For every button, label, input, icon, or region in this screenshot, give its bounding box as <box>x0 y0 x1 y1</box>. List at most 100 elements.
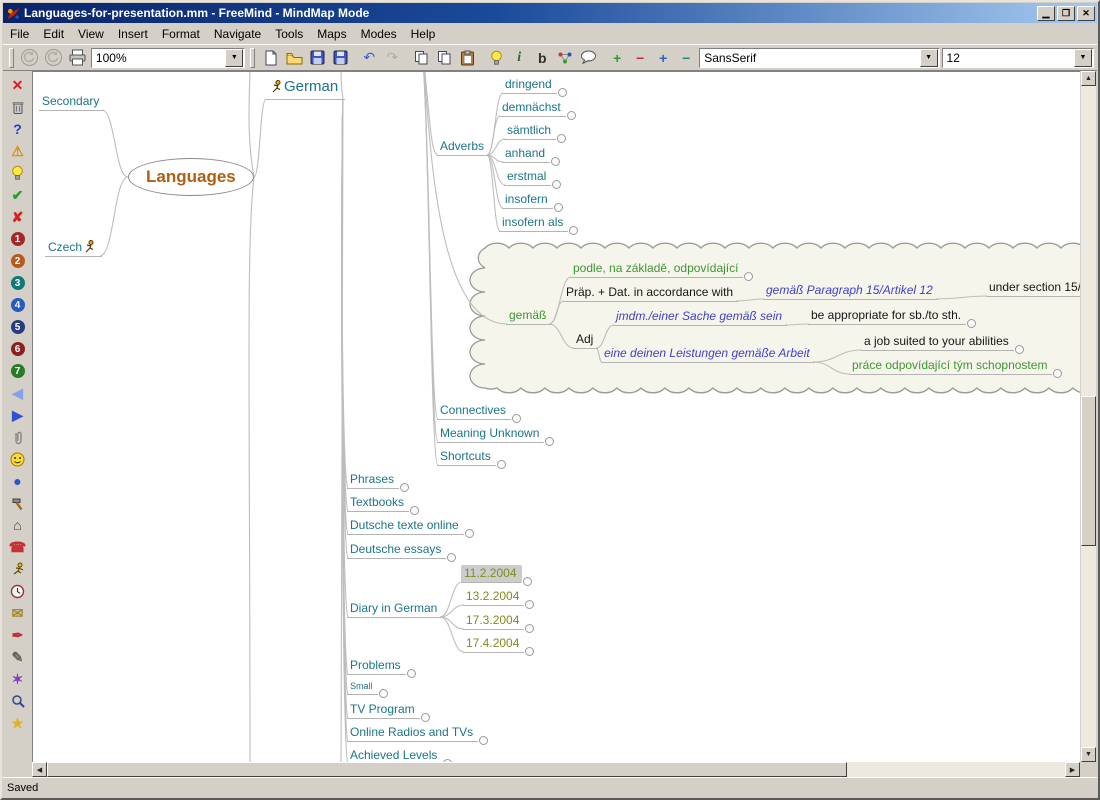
fold-handle[interactable] <box>410 506 419 515</box>
fold-handle[interactable] <box>552 180 561 189</box>
node-connectives[interactable]: Connectives <box>437 402 511 420</box>
magnifier-icon[interactable] <box>7 690 29 712</box>
menu-format[interactable]: Format <box>155 24 207 44</box>
mail-icon[interactable]: ✉ <box>7 602 29 624</box>
node-insofern[interactable]: insofern <box>502 191 553 209</box>
fold-handle[interactable] <box>447 553 456 562</box>
toolbar-grip[interactable] <box>9 48 14 68</box>
node-secondary[interactable]: Secondary <box>39 93 104 111</box>
scroll-right-button[interactable]: ▶ <box>1065 762 1080 777</box>
titlebar[interactable]: Languages-for-presentation.mm - FreeMind… <box>3 3 1097 23</box>
menu-view[interactable]: View <box>71 24 111 44</box>
warning-icon[interactable]: ⚠ <box>7 140 29 162</box>
trash-icon[interactable] <box>7 96 29 118</box>
font-dropdown-arrow[interactable]: ▼ <box>920 49 938 67</box>
node-podle[interactable]: podle, na základě, odpovídající <box>570 260 743 278</box>
node-beapp[interactable]: be appropriate for sb./to sth. <box>808 307 966 325</box>
fold-handle[interactable] <box>479 736 488 745</box>
node-erstmal[interactable]: erstmal <box>504 168 551 186</box>
scroll-up-button[interactable]: ▲ <box>1081 71 1096 86</box>
menu-navigate[interactable]: Navigate <box>207 24 268 44</box>
priority-7-icon[interactable]: 7 <box>7 360 29 382</box>
fold-handle[interactable] <box>551 157 560 166</box>
zoom-dropdown-arrow[interactable]: ▼ <box>225 49 243 67</box>
zoom-out-icon[interactable]: − <box>629 47 651 69</box>
menu-tools[interactable]: Tools <box>268 24 310 44</box>
priority-3-icon[interactable]: 3 <box>7 272 29 294</box>
mindmap-canvas[interactable]: SecondaryLanguagesCzechGermanAdverbsdrin… <box>32 71 1080 762</box>
menu-modes[interactable]: Modes <box>354 24 404 44</box>
yes-icon[interactable]: ✔ <box>7 184 29 206</box>
node-demnaechst[interactable]: demnächst <box>499 99 566 117</box>
menu-edit[interactable]: Edit <box>36 24 71 44</box>
forward-icon[interactable]: ▶ <box>7 404 29 426</box>
print-icon[interactable] <box>67 47 89 69</box>
node-date1[interactable]: 11.2.2004 <box>461 565 522 583</box>
fold-handle[interactable] <box>523 577 532 586</box>
node-achieved-levels[interactable]: Achieved Levels <box>347 747 442 762</box>
vertical-scrollbar[interactable]: ▲ ▼ <box>1081 71 1096 762</box>
menu-file[interactable]: File <box>3 24 36 44</box>
node-german[interactable]: German <box>265 76 345 100</box>
undo-icon[interactable]: ↶ <box>358 47 380 69</box>
zoom-select[interactable]: 100% ▼ <box>91 48 245 68</box>
launch-icon[interactable] <box>7 558 29 580</box>
priority-1-icon[interactable]: 1 <box>7 228 29 250</box>
priority-2-icon[interactable]: 2 <box>7 250 29 272</box>
fold-handle[interactable] <box>1015 345 1024 354</box>
font-size-select[interactable]: 12 ▼ <box>942 48 1094 68</box>
node-czech[interactable]: Czech <box>45 239 102 257</box>
menu-help[interactable]: Help <box>404 24 443 44</box>
fold-handle[interactable] <box>525 624 534 633</box>
node-eine[interactable]: eine deinen Leistungen gemäße Arbeit <box>601 345 815 363</box>
fold-handle[interactable] <box>744 272 753 281</box>
fold-handle[interactable] <box>512 414 521 423</box>
node-root[interactable]: Languages <box>128 158 254 196</box>
star-icon[interactable]: ★ <box>7 712 29 734</box>
node-adj[interactable]: Adj <box>573 331 598 349</box>
node-shortcuts[interactable]: Shortcuts <box>437 448 496 466</box>
scroll-left-button[interactable]: ◀ <box>32 762 47 777</box>
node-gpara[interactable]: gemäß Paragraph 15/Artikel 12 <box>763 282 938 300</box>
fold-handle[interactable] <box>465 529 474 538</box>
fold-handle[interactable] <box>525 647 534 656</box>
clock-icon[interactable] <box>7 580 29 602</box>
node-saemtlich[interactable]: sämtlich <box>504 122 556 140</box>
node-date3[interactable]: 17.3.2004 <box>463 612 524 630</box>
size-dropdown-arrow[interactable]: ▼ <box>1074 49 1092 67</box>
node-essays[interactable]: Deutsche essays <box>347 541 446 559</box>
close-button[interactable]: ✕ <box>1077 6 1095 21</box>
cloud-bubble-icon[interactable] <box>577 47 599 69</box>
node-anhand[interactable]: anhand <box>502 145 550 163</box>
open-map-icon[interactable] <box>283 47 305 69</box>
idea-icon[interactable] <box>485 47 507 69</box>
fold-handle[interactable] <box>554 203 563 212</box>
fold-handle[interactable] <box>558 88 567 97</box>
previous-map-icon[interactable] <box>19 47 41 69</box>
expand-node-icon[interactable]: + <box>652 47 674 69</box>
minimize-button[interactable]: ▁ <box>1037 6 1055 21</box>
italic-icon[interactable]: i <box>508 47 530 69</box>
fold-handle[interactable] <box>525 600 534 609</box>
copy-icon[interactable] <box>410 47 432 69</box>
fold-handle[interactable] <box>545 437 554 446</box>
fold-handle[interactable] <box>567 111 576 120</box>
collapse-node-icon[interactable]: − <box>675 47 697 69</box>
node-textbooks[interactable]: Textbooks <box>347 494 409 512</box>
back-icon[interactable]: ◀ <box>7 382 29 404</box>
help-icon[interactable]: ? <box>7 118 29 140</box>
save-map-icon[interactable] <box>306 47 328 69</box>
fold-handle[interactable] <box>557 134 566 143</box>
node-date2[interactable]: 13.2.2004 <box>463 588 524 606</box>
new-map-icon[interactable] <box>260 47 282 69</box>
node-insofern-als[interactable]: insofern als <box>499 214 568 232</box>
priority-5-icon[interactable]: 5 <box>7 316 29 338</box>
smiley-icon[interactable] <box>7 448 29 470</box>
node-diary[interactable]: Diary in German <box>347 600 442 618</box>
priority-6-icon[interactable]: 6 <box>7 338 29 360</box>
menu-maps[interactable]: Maps <box>310 24 353 44</box>
save-as-icon[interactable] <box>329 47 351 69</box>
node-praep[interactable]: Präp. + Dat. in accordance with <box>563 284 738 302</box>
node-undersec[interactable]: under section 15/article <box>986 279 1080 297</box>
bold-icon[interactable]: b <box>531 47 553 69</box>
